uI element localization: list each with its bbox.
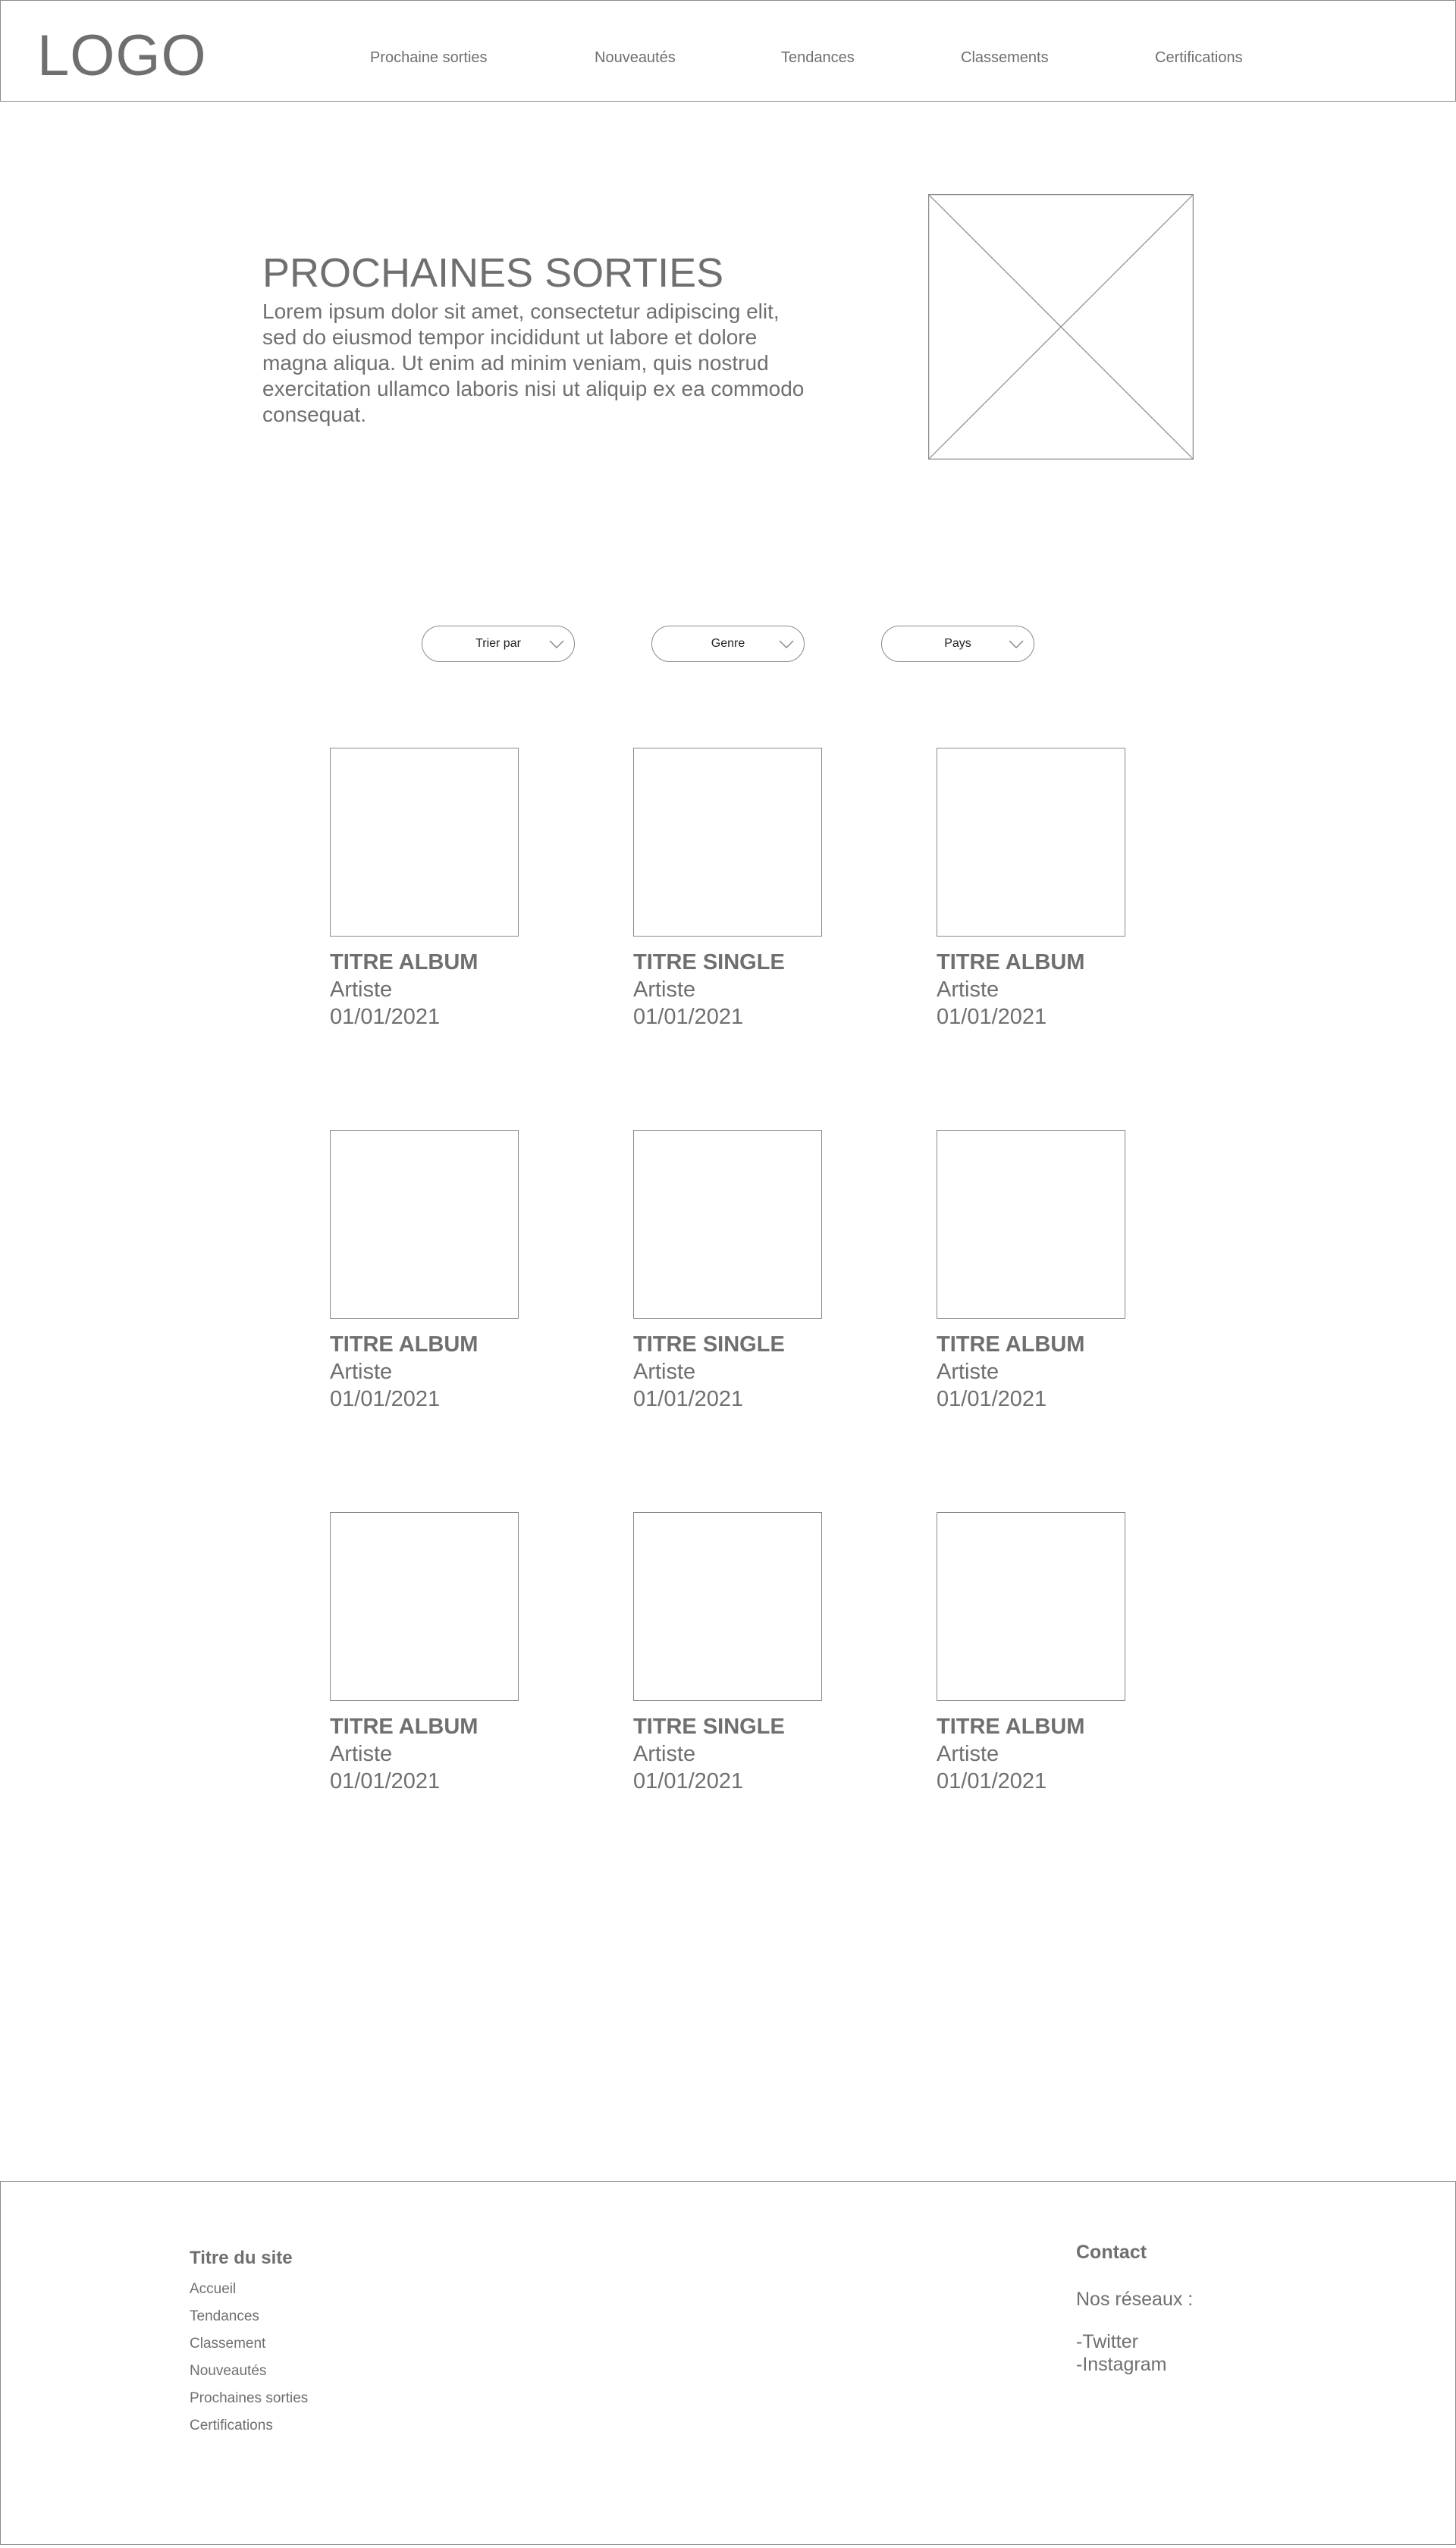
footer-link-certifications[interactable]: Certifications [190, 2412, 308, 2440]
release-card[interactable]: TITRE SINGLE Artiste 01/01/2021 [633, 748, 830, 1031]
release-cover-placeholder [633, 748, 822, 937]
release-card[interactable]: TITRE ALBUM Artiste 01/01/2021 [330, 748, 527, 1031]
release-cover-placeholder [937, 1130, 1125, 1319]
release-artist: Artiste [330, 1360, 393, 1384]
release-date: 01/01/2021 [633, 1005, 744, 1029]
release-card[interactable]: TITRE ALBUM Artiste 01/01/2021 [330, 1130, 527, 1413]
nav-item-tendances[interactable]: Tendances [781, 48, 855, 67]
release-title: TITRE ALBUM [330, 950, 479, 974]
release-artist: Artiste [330, 1742, 393, 1766]
footer-link-accueil[interactable]: Accueil [190, 2276, 308, 2303]
release-card[interactable]: TITRE SINGLE Artiste 01/01/2021 [633, 1512, 830, 1795]
release-title: TITRE ALBUM [330, 1715, 479, 1739]
nav-item-classements[interactable]: Classements [961, 48, 1049, 67]
release-date: 01/01/2021 [330, 1387, 441, 1411]
release-artist: Artiste [937, 977, 999, 1002]
release-cover-placeholder [330, 748, 519, 937]
release-card[interactable]: TITRE SINGLE Artiste 01/01/2021 [633, 1130, 830, 1413]
page: LOGO Prochaine sorties Nouveautés Tendan… [0, 0, 1456, 2548]
release-cover-placeholder [330, 1130, 519, 1319]
genre-dropdown[interactable]: Genre [651, 626, 805, 662]
release-artist: Artiste [633, 1742, 696, 1766]
site-footer: Titre du site Accueil Tendances Classeme… [0, 2181, 1456, 2545]
sort-dropdown[interactable]: Trier par [422, 626, 575, 662]
footer-network-twitter[interactable]: -Twitter [1076, 2330, 1166, 2353]
chevron-down-icon [779, 640, 794, 649]
nav-item-certifications[interactable]: Certifications [1155, 48, 1243, 67]
hero-image-placeholder [928, 194, 1194, 460]
logo[interactable]: LOGO [37, 22, 207, 90]
footer-links: Accueil Tendances Classement Nouveautés … [190, 2276, 308, 2440]
release-card[interactable]: TITRE ALBUM Artiste 01/01/2021 [330, 1512, 527, 1795]
release-date: 01/01/2021 [937, 1387, 1047, 1411]
release-date: 01/01/2021 [937, 1005, 1047, 1029]
release-title: TITRE SINGLE [633, 950, 785, 974]
page-title: PROCHAINES SORTIES [262, 250, 724, 296]
release-title: TITRE SINGLE [633, 1332, 785, 1357]
nav-item-nouveautes[interactable]: Nouveautés [595, 48, 676, 67]
release-date: 01/01/2021 [633, 1387, 744, 1411]
release-cover-placeholder [633, 1512, 822, 1701]
footer-site-title: Titre du site [190, 2248, 293, 2268]
release-card[interactable]: TITRE ALBUM Artiste 01/01/2021 [937, 748, 1134, 1031]
release-date: 01/01/2021 [330, 1005, 441, 1029]
release-date: 01/01/2021 [633, 1769, 744, 1793]
release-cover-placeholder [937, 748, 1125, 937]
release-card[interactable]: TITRE ALBUM Artiste 01/01/2021 [937, 1512, 1134, 1795]
release-artist: Artiste [937, 1742, 999, 1766]
release-artist: Artiste [633, 1360, 696, 1384]
footer-link-prochaines-sorties[interactable]: Prochaines sorties [190, 2385, 308, 2412]
release-title: TITRE ALBUM [330, 1332, 479, 1357]
release-title: TITRE ALBUM [937, 1332, 1085, 1357]
footer-link-nouveautes[interactable]: Nouveautés [190, 2358, 308, 2385]
release-title: TITRE SINGLE [633, 1715, 785, 1739]
nav-item-prochaine-sorties[interactable]: Prochaine sorties [370, 48, 488, 67]
hero-description: Lorem ipsum dolor sit amet, consectetur … [262, 300, 805, 426]
release-card[interactable]: TITRE ALBUM Artiste 01/01/2021 [937, 1130, 1134, 1413]
country-dropdown[interactable]: Pays [881, 626, 1034, 662]
footer-networks-label: Nos réseaux : [1076, 2289, 1194, 2310]
chevron-down-icon [549, 640, 564, 649]
release-date: 01/01/2021 [937, 1769, 1047, 1793]
footer-link-classement[interactable]: Classement [190, 2330, 308, 2358]
release-cover-placeholder [330, 1512, 519, 1701]
footer-contact-title: Contact [1076, 2242, 1147, 2263]
footer-link-tendances[interactable]: Tendances [190, 2303, 308, 2330]
release-artist: Artiste [633, 977, 696, 1002]
release-title: TITRE ALBUM [937, 950, 1085, 974]
release-cover-placeholder [937, 1512, 1125, 1701]
release-artist: Artiste [330, 977, 393, 1002]
release-date: 01/01/2021 [330, 1769, 441, 1793]
site-header: LOGO Prochaine sorties Nouveautés Tendan… [0, 0, 1456, 102]
release-artist: Artiste [937, 1360, 999, 1384]
footer-networks: -Twitter -Instagram [1076, 2330, 1166, 2376]
release-title: TITRE ALBUM [937, 1715, 1085, 1739]
chevron-down-icon [1009, 640, 1024, 649]
release-cover-placeholder [633, 1130, 822, 1319]
footer-network-instagram[interactable]: -Instagram [1076, 2353, 1166, 2376]
